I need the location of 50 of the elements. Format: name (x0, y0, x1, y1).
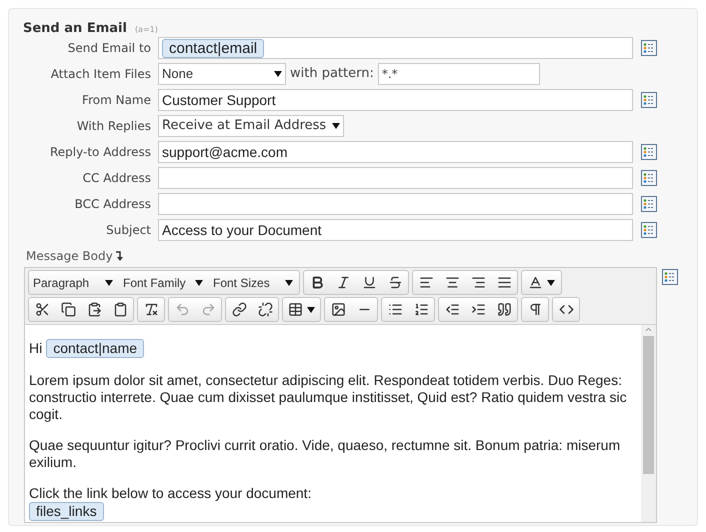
format-dropdown[interactable]: Font Sizes (209, 271, 299, 294)
variable-picker-icon[interactable] (641, 144, 657, 160)
dropdown-caret-icon (332, 123, 340, 129)
body-paragraph: Lorem ipsum dolor sit amet, consectetur adipiscing elit. Respondeat totidem verbis. Duo Reges: constructio interrete. Quae cum dixisset paulumque institisset, Quid est? Ratio quidem vestra sic cogit. (29, 372, 628, 423)
text-field[interactable] (158, 193, 633, 215)
variable-picker-icon[interactable] (641, 92, 657, 108)
text-field[interactable] (158, 167, 633, 189)
text-field[interactable]: support@acme.com (158, 141, 633, 163)
variable-token[interactable]: contact|email (162, 38, 264, 58)
field-label: From Name (81, 92, 151, 109)
dropdown-caret-icon (105, 280, 113, 286)
down-arrow-icon (116, 250, 123, 260)
pattern-label: with pattern: (290, 65, 374, 84)
dropdown-caret-icon (307, 306, 315, 312)
greeting-text: Hi (29, 340, 42, 357)
select-dropdown[interactable]: Receive at Email Address (158, 115, 344, 137)
variable-picker-icon[interactable] (662, 269, 678, 285)
pattern-field[interactable]: *.* (378, 63, 540, 85)
section-note: (a=1) (134, 24, 158, 36)
dropdown-caret-icon (195, 280, 203, 286)
scrollbar[interactable] (641, 325, 656, 522)
variable-token[interactable]: contact|name (46, 339, 144, 358)
dropdown-caret-icon (274, 71, 282, 77)
variable-picker-icon[interactable] (641, 196, 657, 212)
format-dropdown[interactable]: Paragraph (29, 271, 119, 294)
variable-picker-icon[interactable] (641, 40, 657, 56)
message-body-label: Message Body (26, 248, 113, 264)
body-text: Click the link below to access your document: (29, 485, 312, 502)
field-label: Send Email to (66, 40, 151, 57)
field-label: Reply-to Address (48, 144, 151, 161)
variable-picker-icon[interactable] (641, 222, 657, 238)
variable-token[interactable]: files_links (29, 502, 104, 521)
text-color-icon (528, 275, 543, 290)
variable-picker-icon[interactable] (641, 170, 657, 186)
dropdown-caret-icon (285, 280, 293, 286)
dropdown-caret-icon (547, 280, 555, 286)
table-icon (288, 302, 303, 317)
text-field[interactable]: Customer Support (158, 89, 633, 111)
field-label: Attach Item Files (50, 66, 151, 83)
field-label: Subject (105, 222, 151, 239)
scroll-up-icon[interactable] (644, 325, 653, 334)
field-label: With Replies (76, 118, 151, 135)
body-paragraph: Quae sequuntur igitur? Proclivi currit oratio. Vide, quaeso, rectumne sit. Bonum patria: miserum exilium. (29, 437, 622, 471)
recipient-field[interactable]: contact|email (158, 37, 633, 59)
field-label: CC Address (82, 170, 151, 187)
format-dropdown[interactable]: Font Family (119, 271, 209, 294)
field-label: BCC Address (74, 196, 151, 213)
section-title: Send an Email (23, 20, 127, 38)
text-field[interactable]: Access to your Document (158, 219, 633, 241)
select-dropdown[interactable]: None (158, 63, 286, 85)
